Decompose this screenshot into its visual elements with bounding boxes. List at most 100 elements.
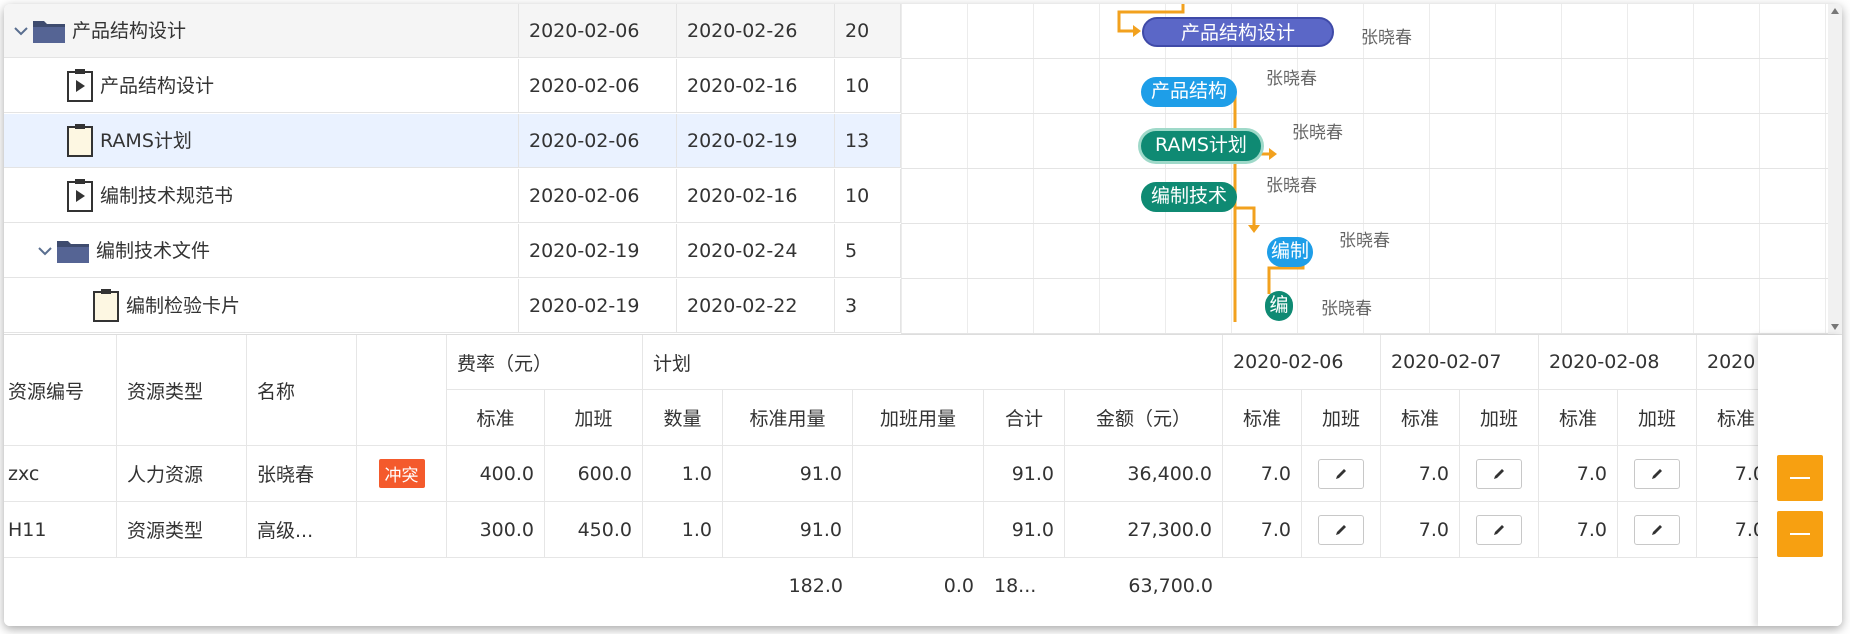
task-end: 2020-02-16 xyxy=(677,59,835,113)
action-column xyxy=(1758,335,1842,626)
chevron-down-icon[interactable] xyxy=(10,4,32,58)
gantt-bar[interactable]: 产品结构 xyxy=(1141,77,1237,107)
header-ot-use: 加班用量 xyxy=(853,390,984,446)
pencil-icon xyxy=(1652,468,1662,479)
task-row[interactable]: 编制技术规范书 2020-02-06 2020-02-16 10 xyxy=(4,169,901,223)
resource-table: 资源编号 资源类型 名称 费率（元） 计划 2020-02-06 2020-02… xyxy=(4,334,1842,626)
cell-day-std[interactable]: 7.0 xyxy=(1381,446,1460,502)
task-name: RAMS计划 xyxy=(100,130,192,152)
header-date: 2020-02-08 xyxy=(1539,335,1697,390)
gantt-bar[interactable]: 产品结构设计 xyxy=(1142,17,1334,47)
task-row[interactable]: 编制技术文件 2020-02-19 2020-02-24 5 xyxy=(4,224,901,278)
task-name: 编制检验卡片 xyxy=(126,295,241,317)
cell-rate-std: 400.0 xyxy=(447,446,545,502)
header-rate-std: 标准 xyxy=(447,390,545,446)
gantt-bar[interactable]: RAMS计划 xyxy=(1141,131,1261,161)
task-name: 产品结构设计 xyxy=(100,75,215,97)
footer-std-use: 182.0 xyxy=(788,575,843,597)
header-std-use: 标准用量 xyxy=(723,390,853,446)
edit-overtime-button[interactable] xyxy=(1476,458,1522,489)
task-name: 产品结构设计 xyxy=(72,20,187,42)
footer-amount: 63,700.0 xyxy=(1128,575,1213,597)
header-day-std: 标准 xyxy=(1223,390,1302,446)
cell-qty: 1.0 xyxy=(643,446,723,502)
pencil-icon xyxy=(1494,524,1504,535)
gantt-chart[interactable]: 产品结构设计 张晓春 产品结构 张晓春 RAMS计划 张晓春 编制技术 张晓春 … xyxy=(901,4,1828,334)
header-day-std: 标准 xyxy=(1381,390,1460,446)
task-duration: 13 xyxy=(835,114,901,168)
remove-resource-button[interactable] xyxy=(1777,511,1823,557)
cell-day-std[interactable]: 7.0 xyxy=(1539,502,1618,558)
cell-resource-id: zxc xyxy=(4,446,117,502)
task-grid: 产品结构设计 2020-02-06 2020-02-26 20 产品结构设计 2… xyxy=(4,4,901,334)
cell-rate-ot: 450.0 xyxy=(545,502,643,558)
header-rate: 费率（元） xyxy=(447,335,643,390)
minus-icon xyxy=(1790,533,1810,535)
task-duration: 5 xyxy=(835,224,901,278)
task-start: 2020-02-19 xyxy=(519,224,677,278)
cell-qty: 1.0 xyxy=(643,502,723,558)
cell-ot-use xyxy=(853,446,984,502)
edit-overtime-button[interactable] xyxy=(1318,514,1364,545)
chevron-down-icon[interactable] xyxy=(34,224,56,278)
task-start: 2020-02-06 xyxy=(519,169,677,223)
task-row[interactable]: 编制检验卡片 2020-02-19 2020-02-22 3 xyxy=(4,279,901,333)
task-end: 2020-02-22 xyxy=(677,279,835,333)
header-total: 合计 xyxy=(984,390,1065,446)
scroll-up-icon[interactable] xyxy=(1831,8,1839,14)
conflict-badge[interactable]: 冲突 xyxy=(378,459,425,488)
footer-ot-use: 0.0 xyxy=(943,575,974,597)
task-row[interactable]: RAMS计划 2020-02-06 2020-02-19 13 xyxy=(4,114,901,168)
task-start: 2020-02-06 xyxy=(519,114,677,168)
gantt-assignee: 张晓春 xyxy=(1339,231,1390,251)
folder-icon xyxy=(33,21,65,43)
cell-day-std[interactable]: 7.0 xyxy=(1381,502,1460,558)
task-duration: 20 xyxy=(835,4,901,58)
folder-icon xyxy=(57,241,89,263)
cell-badge xyxy=(357,502,447,558)
gantt-assignee: 张晓春 xyxy=(1266,69,1317,89)
cell-day-std[interactable]: 7.0 xyxy=(1539,446,1618,502)
pencil-icon xyxy=(1652,524,1662,535)
project-window: 产品结构设计 2020-02-06 2020-02-26 20 产品结构设计 2… xyxy=(4,4,1842,626)
task-row[interactable]: 产品结构设计 2020-02-06 2020-02-16 10 xyxy=(4,59,901,113)
cell-name: 高级... xyxy=(247,502,357,558)
cell-day-std[interactable]: 7.0 xyxy=(1223,502,1302,558)
task-duration: 3 xyxy=(835,279,901,333)
gantt-bar[interactable]: 编 xyxy=(1265,291,1293,321)
cell-total: 91.0 xyxy=(984,502,1065,558)
edit-overtime-button[interactable] xyxy=(1476,514,1522,545)
task-end: 2020-02-26 xyxy=(677,4,835,58)
scrollbar-thumb[interactable] xyxy=(1830,18,1840,318)
clipboard-icon xyxy=(67,124,93,157)
cell-resource-id: H11 xyxy=(4,502,117,558)
edit-overtime-button[interactable] xyxy=(1634,458,1680,489)
task-row[interactable]: 产品结构设计 2020-02-06 2020-02-26 20 xyxy=(4,4,901,58)
remove-resource-button[interactable] xyxy=(1777,455,1823,501)
cell-rate-std: 300.0 xyxy=(447,502,545,558)
gantt-bar[interactable]: 编制 xyxy=(1267,237,1313,267)
header-day-std: 标准 xyxy=(1539,390,1618,446)
footer-total: 18... xyxy=(994,575,1037,597)
clipboard-icon xyxy=(93,289,119,322)
cell-resource-type: 人力资源 xyxy=(117,446,247,502)
cell-resource-type: 资源类型 xyxy=(117,502,247,558)
play-document-icon xyxy=(67,69,93,102)
gantt-bar[interactable]: 编制技术 xyxy=(1141,182,1237,212)
vertical-scrollbar[interactable] xyxy=(1828,4,1842,334)
edit-overtime-button[interactable] xyxy=(1634,514,1680,545)
cell-total: 91.0 xyxy=(984,446,1065,502)
gantt-assignee: 张晓春 xyxy=(1361,28,1412,48)
scroll-down-icon[interactable] xyxy=(1831,324,1839,330)
cell-day-std[interactable]: 7.0 xyxy=(1223,446,1302,502)
cell-ot-use xyxy=(853,502,984,558)
gantt-assignee: 张晓春 xyxy=(1266,176,1317,196)
header-qty: 数量 xyxy=(643,390,723,446)
task-duration: 10 xyxy=(835,59,901,113)
header-date: 2020-02-07 xyxy=(1381,335,1539,390)
cell-name: 张晓春 xyxy=(247,446,357,502)
task-start: 2020-02-06 xyxy=(519,59,677,113)
cell-std-use: 91.0 xyxy=(723,446,853,502)
header-blank xyxy=(357,335,447,446)
edit-overtime-button[interactable] xyxy=(1318,458,1364,489)
